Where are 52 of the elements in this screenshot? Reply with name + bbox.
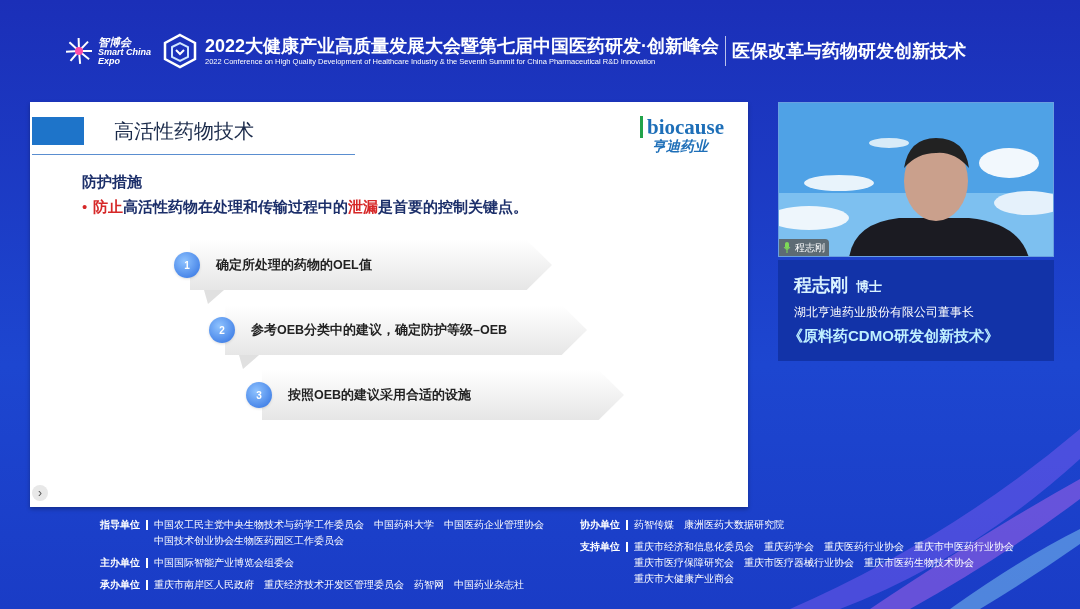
organization-name: 重庆市医疗保障研究会	[634, 556, 734, 570]
title-accent-bar	[32, 117, 84, 145]
organization-name: 中国农工民主党中央生物技术与药学工作委员会	[154, 518, 364, 532]
step-text: 确定所处理的药物的OEL值	[216, 256, 372, 274]
organization-name: 中国医药企业管理协会	[444, 518, 544, 532]
organization-name: 重庆经济技术开发区管理委员会	[264, 578, 404, 592]
expo-logo-text: Expo	[98, 57, 121, 66]
bullet-mark: •	[82, 196, 88, 217]
talk-title: 《原料药CDMO研发创新技术》	[788, 326, 1000, 347]
organization-name: 重庆市经济和信息化委员会	[634, 540, 754, 554]
organization-name: 重庆医药行业协会	[824, 540, 904, 554]
slide-title: 高活性药物技术	[114, 119, 254, 144]
microphone-icon	[783, 242, 791, 253]
organization-name: 重庆市中医药行业协会	[914, 540, 1014, 554]
name-tag-text: 程志刚	[795, 241, 825, 255]
organization-name: 重庆市医药生物技术协会	[864, 556, 974, 570]
organization-name: 中国药科大学	[374, 518, 434, 532]
organization-name: 中国国际智能产业博览会组委会	[154, 556, 294, 570]
organization-name: 中国技术创业协会生物医药园区工作委员会	[154, 534, 344, 548]
step-number-badge: 2	[209, 317, 235, 343]
section-heading: 防护措施	[82, 172, 143, 192]
speaker-title: 博士	[856, 277, 882, 296]
company-logo-subtitle: 亨迪药业	[652, 138, 708, 154]
topic-title: 医保改革与药物研发创新技术	[732, 39, 967, 63]
next-slide-button[interactable]: ›	[32, 485, 48, 501]
step-pointer-icon	[204, 290, 224, 304]
organization-name: 中国药业杂志社	[454, 578, 524, 592]
group-label: 主办单位	[100, 556, 140, 570]
bullet-text: 防止高活性药物在处理和传输过程中的泄漏是首要的控制关键点。	[93, 196, 529, 217]
expo-logo-text: 智博会	[98, 36, 132, 48]
organization-name: 重庆市医疗器械行业协会	[744, 556, 854, 570]
group-label: 承办单位	[100, 578, 140, 592]
step-number-badge: 1	[174, 252, 200, 278]
conference-logo-icon	[163, 33, 197, 69]
step-number-badge: 3	[246, 382, 272, 408]
speaker-organization: 湖北亨迪药业股份有限公司董事长	[794, 305, 975, 320]
organization-name: 重庆市南岸区人民政府	[154, 578, 254, 592]
step-text: 按照OEB的建议采用合适的设施	[288, 386, 472, 404]
organization-name: 药智传媒	[634, 518, 674, 532]
organization-name: 康洲医药大数据研究院	[684, 518, 784, 532]
company-logo-text: biocause	[640, 116, 724, 138]
group-label: 协办单位	[580, 518, 620, 532]
organization-name: 药智网	[414, 578, 444, 592]
organization-name: 重庆药学会	[764, 540, 814, 554]
group-label: 支持单位	[580, 540, 620, 554]
step-text: 参考OEB分类中的建议，确定防护等级–OEB	[251, 321, 508, 339]
expo-logo-text: Smart China	[98, 48, 151, 57]
speaker-name: 程志刚	[794, 274, 848, 296]
conference-title: 2022大健康产业高质量发展大会暨第七届中国医药研发·创新峰会	[205, 35, 720, 57]
organization-name: 重庆市大健康产业商会	[634, 572, 734, 586]
group-label: 指导单位	[100, 518, 140, 532]
step-pointer-icon	[239, 355, 259, 369]
